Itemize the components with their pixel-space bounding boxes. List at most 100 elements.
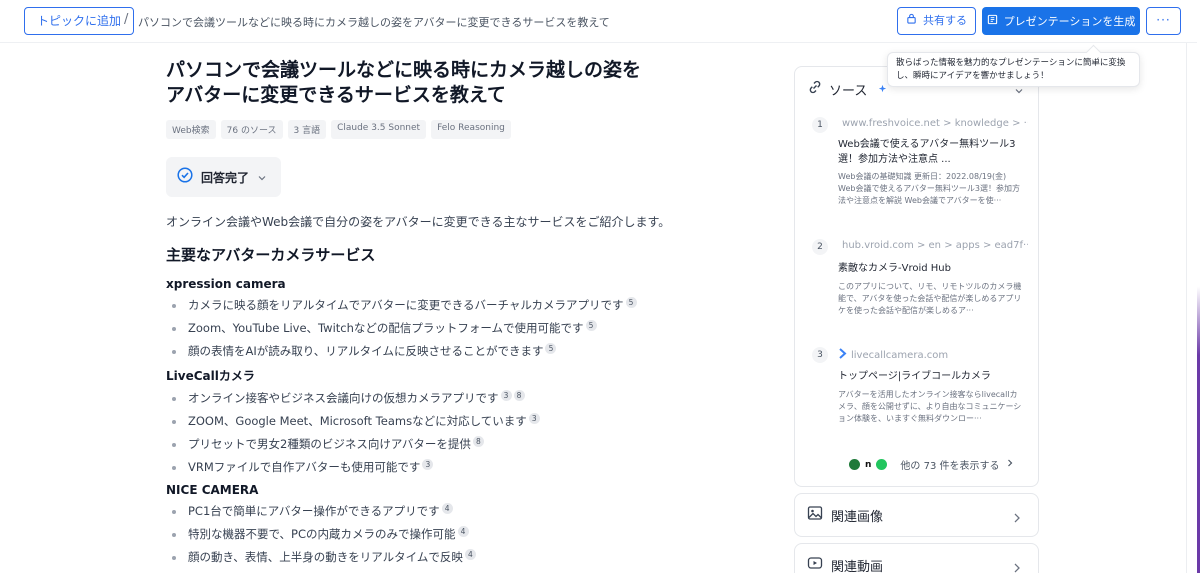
list-item: ZOOM、Google Meet、Microsoft Teamsなどに対応してい… bbox=[166, 410, 686, 433]
chevron-right-icon bbox=[1012, 559, 1022, 573]
source-title: Web会議で使えるアバター無料ツール3選！参加方法や注意点 ... bbox=[838, 139, 1016, 165]
source-domain: www.freshvoice.net > knowledge > ··· bbox=[838, 118, 1028, 129]
related-videos-label: 関連動画 bbox=[831, 559, 884, 573]
source-domain-text: hub.vroid.com > en > apps > ead7f··· bbox=[842, 240, 1028, 251]
related-images-label: 関連画像 bbox=[831, 509, 884, 525]
list-item-text: ZOOM、Google Meet、Microsoft Teamsなどに対応してい… bbox=[188, 414, 527, 428]
presentation-tooltip: 散らばった情報を魅力的なプレゼンテーションに簡単に変換 し、瞬時にアイデアを響か… bbox=[887, 52, 1140, 87]
citation-badge[interactable]: 4 bbox=[457, 526, 469, 537]
service-name-xpression: xpression camera bbox=[166, 277, 286, 291]
livecall-favicon-icon bbox=[838, 348, 847, 362]
citation-badge[interactable]: 8 bbox=[513, 390, 525, 401]
list-item: VRMファイルで自作アバターも使用可能です 3 bbox=[166, 456, 686, 479]
list-item-text: 特別な機器不要で、PCの内蔵カメラのみで操作可能 bbox=[188, 527, 456, 541]
list-item: プリセットで男女2種類のビジネス向けアバターを提供 8 bbox=[166, 433, 686, 456]
chevron-down-icon bbox=[257, 168, 267, 187]
answer-status-label: 回答完了 bbox=[201, 170, 250, 185]
tag-reasoning: Felo Reasoning bbox=[431, 120, 511, 139]
content-divider bbox=[1186, 43, 1187, 573]
answer-status-toggle[interactable]: 回答完了 bbox=[166, 157, 281, 197]
service-name-livecall: LiveCallカメラ bbox=[166, 369, 255, 383]
generate-presentation-label: プレゼンテーションを生成 bbox=[1003, 15, 1136, 28]
service-name-nice-camera: NICE CAMERA bbox=[166, 483, 259, 497]
citation-badge[interactable]: 3 bbox=[500, 390, 512, 401]
source-title: 素敵なカメラ-Vroid Hub bbox=[838, 263, 951, 274]
more-options-button[interactable]: ··· bbox=[1146, 7, 1181, 35]
source-number: 1 bbox=[812, 117, 828, 133]
answer-article: パソコンで会議ツールなどに映る時にカメラ越しの姿をアバターに変更できるサービスを… bbox=[166, 58, 686, 569]
list-item-text: プリセットで男女2種類のビジネス向けアバターを提供 bbox=[188, 437, 471, 451]
source-number: 3 bbox=[812, 347, 828, 363]
source-number: 2 bbox=[812, 239, 828, 255]
source-domain: livecallcamera.com bbox=[838, 348, 1028, 362]
list-item: 顔の表情をAIが読み取り、リアルタイムに反映させることができます 5 bbox=[166, 340, 686, 363]
citation-badge[interactable]: 5 bbox=[545, 343, 557, 354]
related-videos-panel[interactable]: 関連動画 bbox=[794, 543, 1039, 573]
page-title: パソコンで会議ツールなどに映る時にカメラ越しの姿をアバターに変更できるサービスを… bbox=[166, 59, 642, 106]
meta-tags: Web検索 76 のソース 3 言語 Claude 3.5 Sonnet Fel… bbox=[166, 120, 686, 139]
source-title: トップページ|ライブコールカメラ bbox=[838, 371, 991, 382]
list-item: PC1台で簡単にアバター操作ができるアプリです 4 bbox=[166, 500, 686, 523]
tooltip-line-2: し、瞬時にアイデアを響かせましょう！ bbox=[896, 71, 1049, 81]
list-item: カメラに映る顔をリアルタイムでアバターに変更できるバーチャルカメラアプリです 5 bbox=[166, 294, 686, 317]
section-heading: 主要なアバターカメラサービス bbox=[166, 246, 376, 264]
link-icon bbox=[807, 79, 823, 99]
show-more-label: 他の 73 件を表示する bbox=[900, 461, 1000, 472]
n-favicon-icon: n bbox=[865, 459, 872, 470]
source-snippet: アバターを活用したオンライン接客ならlivecallカメラ、顔を公開せずに、より… bbox=[838, 390, 1022, 423]
tag-web-search: Web検索 bbox=[166, 120, 216, 139]
intro-paragraph: オンライン会議やWeb会議で自分の姿をアバターに変更できる主なサービスをご紹介し… bbox=[166, 215, 671, 229]
presentation-icon bbox=[987, 14, 998, 28]
favicon-stack-icon bbox=[876, 459, 888, 470]
source-domain: hub.vroid.com > en > apps > ead7f··· bbox=[838, 240, 1028, 251]
show-more-sources-button[interactable]: n 他の 73 件を表示する bbox=[849, 457, 1015, 472]
list-item: 特別な機器不要で、PCの内蔵カメラのみで操作可能 4 bbox=[166, 523, 686, 546]
service-list-xpression: カメラに映る顔をリアルタイムでアバターに変更できるバーチャルカメラアプリです 5 … bbox=[166, 294, 686, 363]
tooltip-line-1: 散らばった情報を魅力的なプレゼンテーションに簡単に変換 bbox=[896, 58, 1126, 68]
source-snippet: このアプリについて、リモ、リモトツルのカメラ機能で、アバタを使った会話や配信が楽… bbox=[838, 282, 1022, 315]
service-list-livecall: オンライン接客やビジネス会議向けの仮想カメラアプリです 3 8 ZOOM、Googl… bbox=[166, 387, 686, 479]
lock-icon bbox=[906, 8, 917, 34]
citation-badge[interactable]: 4 bbox=[441, 503, 453, 514]
source-domain-text: www.freshvoice.net > knowledge > ··· bbox=[842, 118, 1028, 129]
list-item-text: VRMファイルで自作アバターも使用可能です bbox=[188, 460, 421, 474]
list-item-text: オンライン接客やビジネス会議向けの仮想カメラアプリです bbox=[188, 391, 499, 405]
list-item: 顔の動き、表情、上半身の動きをリアルタイムで反映 4 bbox=[166, 546, 686, 569]
citation-badge[interactable]: 4 bbox=[464, 549, 476, 560]
list-item: Zoom、YouTube Live、Twitchなどの配信プラットフォームで使用… bbox=[166, 317, 686, 340]
citation-badge[interactable]: 5 bbox=[625, 297, 637, 308]
breadcrumb-title: パソコンで会議ツールなどに映る時にカメラ越しの姿をアバターに変更できるサービスを… bbox=[138, 16, 610, 29]
share-button[interactable]: 共有する bbox=[897, 7, 976, 35]
video-play-icon bbox=[807, 555, 823, 573]
list-item-text: 顔の動き、表情、上半身の動きをリアルタイムで反映 bbox=[188, 550, 463, 564]
add-to-topic-button[interactable]: トピックに追加 bbox=[24, 7, 135, 35]
citation-badge[interactable]: 8 bbox=[472, 436, 484, 447]
breadcrumb-separator: / bbox=[124, 12, 129, 27]
citation-badge[interactable]: 5 bbox=[585, 320, 597, 331]
list-item-text: 顔の表情をAIが読み取り、リアルタイムに反映させることができます bbox=[188, 344, 544, 358]
share-label: 共有する bbox=[923, 14, 967, 27]
chevron-right-icon bbox=[1012, 509, 1022, 528]
tag-languages: 3 言語 bbox=[287, 120, 327, 139]
source-snippet: Web会議の基礎知識 更新日：2022.08/19(金) Web会議で使えるアバ… bbox=[838, 172, 1020, 205]
sources-panel: ソース 1 www.freshvoice.net > knowledge > ·… bbox=[794, 66, 1039, 487]
citation-badge[interactable]: 3 bbox=[528, 413, 540, 424]
source-domain-text: livecallcamera.com bbox=[851, 349, 949, 361]
generate-presentation-button[interactable]: プレゼンテーションを生成 bbox=[982, 7, 1140, 35]
related-images-panel[interactable]: 関連画像 bbox=[794, 493, 1039, 537]
chevron-right-icon bbox=[1005, 458, 1015, 471]
list-item-text: PC1台で簡単にアバター操作ができるアプリです bbox=[188, 504, 440, 518]
list-item-text: カメラに映る顔をリアルタイムでアバターに変更できるバーチャルカメラアプリです bbox=[188, 298, 624, 312]
top-bar: トピックに追加 / パソコンで会議ツールなどに映る時にカメラ越しの姿をアバターに… bbox=[0, 0, 1200, 43]
favicon-stack-icon bbox=[849, 459, 860, 470]
citation-badge[interactable]: 3 bbox=[422, 459, 434, 470]
tag-model: Claude 3.5 Sonnet bbox=[331, 120, 427, 139]
sources-title: ソース bbox=[829, 83, 868, 99]
tag-source-count: 76 のソース bbox=[220, 120, 283, 139]
check-circle-icon bbox=[177, 167, 193, 187]
list-item: オンライン接客やビジネス会議向けの仮想カメラアプリです 3 8 bbox=[166, 387, 686, 410]
service-list-nice-camera: PC1台で簡単にアバター操作ができるアプリです 4 特別な機器不要で、PCの内蔵カ… bbox=[166, 500, 686, 569]
image-icon bbox=[807, 505, 823, 525]
list-item-text: Zoom、YouTube Live、Twitchなどの配信プラットフォームで使用… bbox=[188, 321, 584, 335]
sources-header[interactable]: ソース bbox=[807, 79, 888, 99]
